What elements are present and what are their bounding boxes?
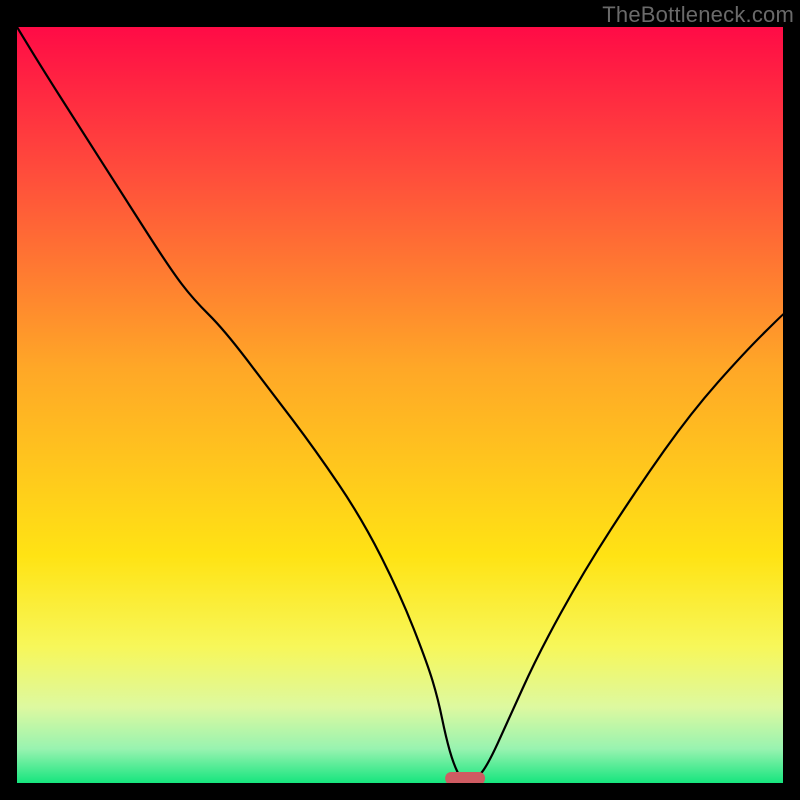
gradient-background (17, 27, 783, 783)
chart-svg (17, 27, 783, 783)
optimal-point-marker (445, 772, 485, 783)
chart-frame: TheBottleneck.com (0, 0, 800, 800)
plot-area (17, 27, 783, 783)
watermark-text: TheBottleneck.com (602, 2, 794, 28)
